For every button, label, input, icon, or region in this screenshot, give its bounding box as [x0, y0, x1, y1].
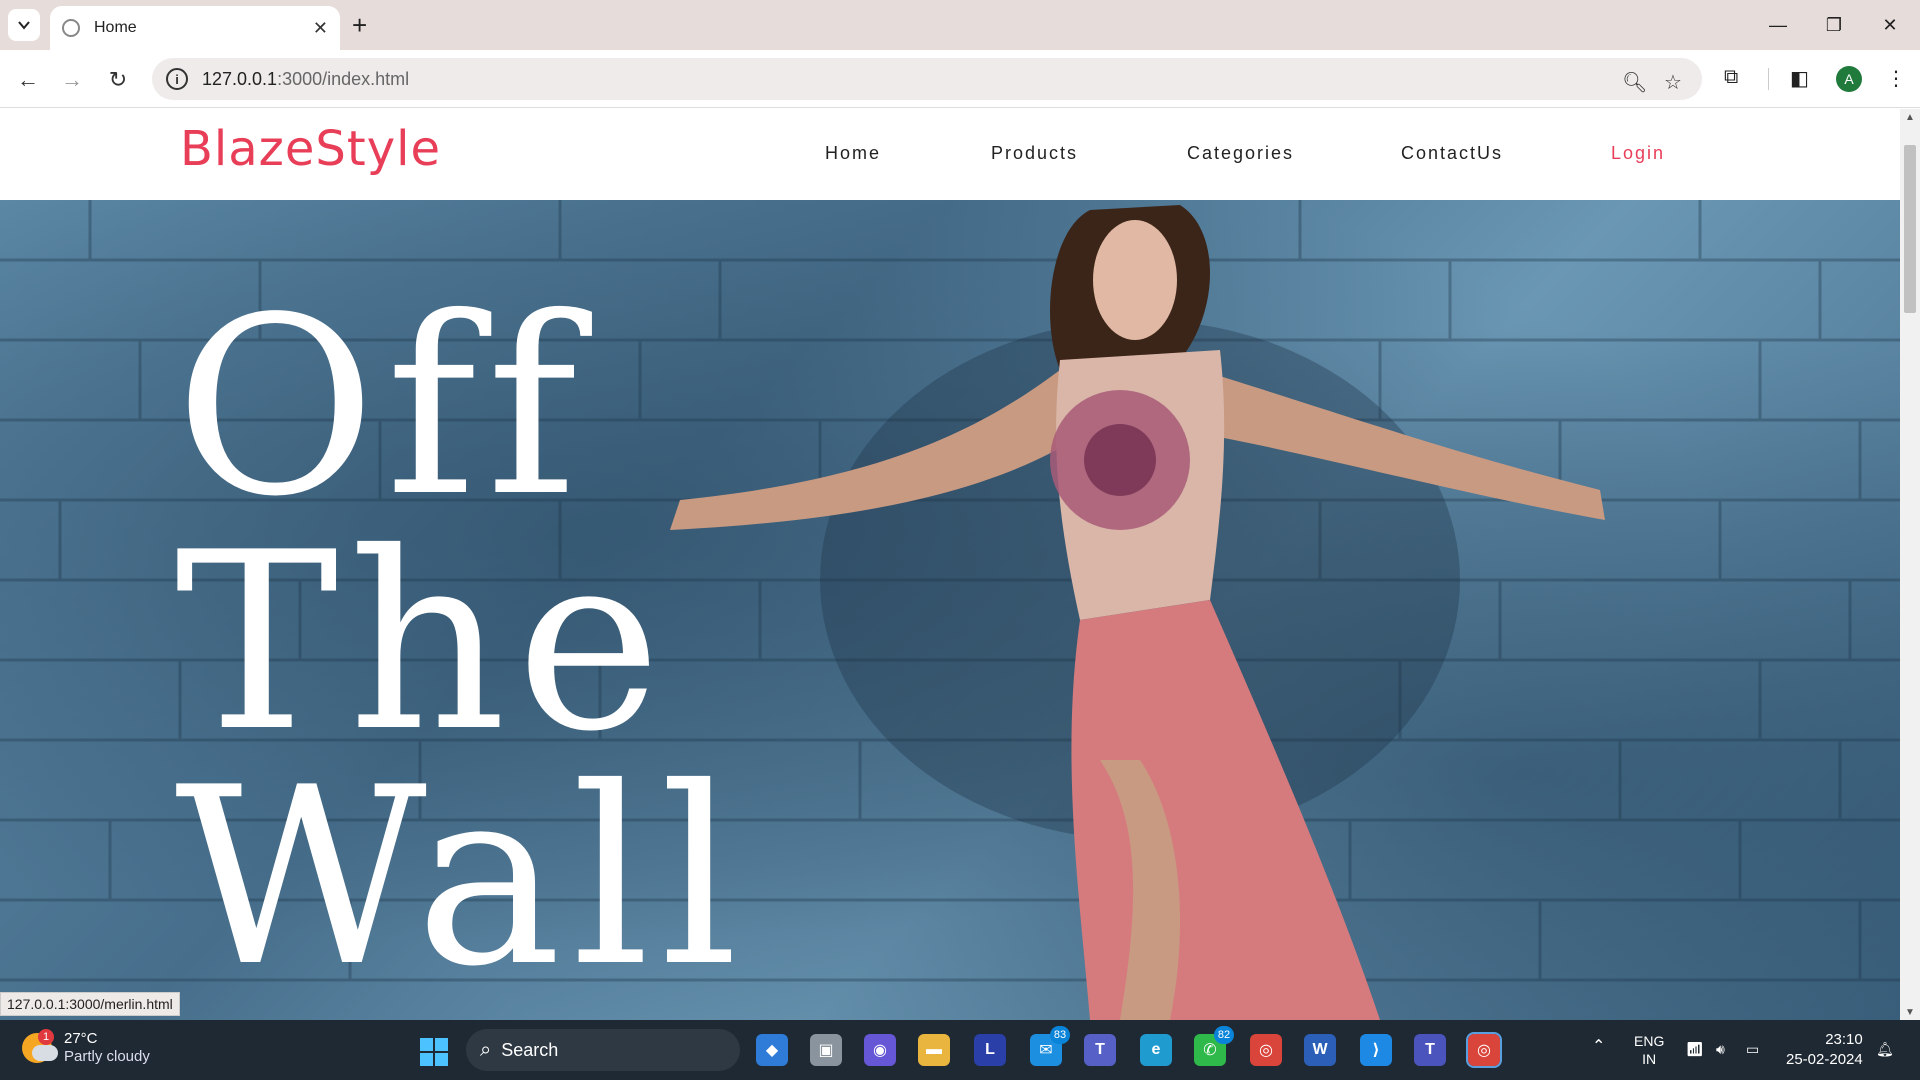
mail-count-badge: 83 [1050, 1026, 1070, 1044]
tray-overflow-icon[interactable]: ⌃ [1592, 1038, 1605, 1056]
copilot-app-icon[interactable]: ◆ [756, 1034, 788, 1066]
hero-line-2: The [175, 500, 672, 785]
zoom-icon[interactable]: 🔍︎ [1622, 70, 1647, 95]
chrome-active-icon[interactable]: ◎ [1466, 1032, 1502, 1068]
l-app-icon[interactable]: L [974, 1034, 1006, 1066]
nav-categories[interactable]: Categories [1187, 143, 1294, 164]
page-scrollbar[interactable]: ▲ ▼ [1900, 109, 1920, 1020]
scroll-thumb[interactable] [1904, 145, 1916, 313]
chrome-profile-icon[interactable]: ◎ [1250, 1034, 1282, 1066]
chevron-down-icon [18, 21, 30, 30]
site-header: BlazeStyle Home Products Categories Cont… [0, 109, 1900, 200]
clock-time: 23:10 [1825, 1031, 1863, 1048]
language-indicator[interactable]: ENG IN [1634, 1032, 1664, 1068]
weather-temp: 27°C [64, 1030, 98, 1047]
scroll-down-arrow-icon[interactable]: ▼ [1900, 1004, 1920, 1020]
model-figure [670, 205, 1605, 1020]
reload-button[interactable]: ↻ [100, 62, 136, 98]
new-tab-button[interactable]: + [352, 10, 367, 40]
taskbar-search[interactable]: ⌕ Search [466, 1029, 740, 1071]
weather-condition: Partly cloudy [64, 1048, 150, 1065]
close-window-button[interactable]: ✕ [1862, 0, 1918, 50]
hero-line-1: Off [175, 265, 588, 550]
browser-toolbar: ← → ↻ i 127.0.0.1:3000/index.html 🔍︎ ☆ ⧉… [0, 50, 1920, 108]
scroll-up-arrow-icon[interactable]: ▲ [1900, 109, 1920, 125]
whatsapp-app-icon[interactable]: ✆ 82 [1194, 1026, 1234, 1066]
clock-date: 25-02-2024 [1786, 1051, 1863, 1068]
windows-logo-icon [420, 1038, 433, 1051]
minimize-button[interactable]: — [1750, 0, 1806, 50]
nav-contactus[interactable]: ContactUs [1401, 143, 1503, 164]
back-button[interactable]: ← [10, 62, 46, 98]
start-button[interactable] [420, 1038, 448, 1066]
word-app-icon[interactable]: W [1304, 1034, 1336, 1066]
tab-close-icon[interactable]: ✕ [313, 18, 328, 39]
mail-app-icon[interactable]: ✉ 83 [1030, 1026, 1070, 1066]
side-panel-icon[interactable]: ◧ [1790, 66, 1809, 91]
page-viewport: BlazeStyle Home Products Categories Cont… [0, 109, 1900, 1020]
teams-app-icon[interactable]: T [1084, 1034, 1116, 1066]
wifi-icon[interactable]: 📶︎ [1686, 1040, 1704, 1058]
taskbar-search-label: Search [501, 1039, 559, 1060]
browser-menu-icon[interactable]: ⋮ [1886, 66, 1906, 91]
partly-cloudy-icon: 1 [22, 1029, 58, 1063]
file-explorer-icon[interactable]: ▬ [918, 1034, 950, 1066]
site-info-icon[interactable]: i [166, 68, 188, 90]
address-url: 127.0.0.1:3000/index.html [202, 68, 410, 89]
search-icon: ⌕ [480, 1038, 492, 1061]
link-status-url: 127.0.0.1:3000/merlin.html [0, 992, 180, 1016]
weather-badge: 1 [38, 1029, 54, 1045]
hero-line-3: Wall [175, 735, 749, 1020]
tab-title: Home [94, 19, 137, 36]
site-logo[interactable]: BlazeStyle [180, 121, 441, 177]
restore-button[interactable]: ❐ [1806, 0, 1862, 50]
profile-avatar[interactable]: A [1836, 66, 1862, 92]
volume-icon[interactable]: 🔊︎ [1716, 1040, 1725, 1058]
forward-button[interactable]: → [54, 62, 90, 98]
browser-tabstrip: Home ✕ + — ❐ ✕ [0, 0, 1920, 50]
notification-bell-icon[interactable]: 🔔︎ [1876, 1040, 1894, 1058]
tab-search-button[interactable] [8, 9, 40, 41]
globe-icon [62, 19, 80, 37]
teams-new-app-icon[interactable]: T [1414, 1034, 1446, 1066]
address-bar[interactable]: i 127.0.0.1:3000/index.html 🔍︎ ☆ [152, 58, 1702, 100]
windows-taskbar: 1 27°C Partly cloudy ⌕ Search ◆ ▣ ◉ ▬ L … [0, 1020, 1920, 1080]
battery-icon[interactable]: ▭ [1746, 1040, 1759, 1058]
hero-headline: Off The Wall [175, 265, 749, 1020]
hero-banner: Off The Wall [0, 200, 1900, 1020]
nav-login[interactable]: Login [1611, 143, 1665, 164]
system-clock[interactable]: 23:10 25-02-2024 [1786, 1030, 1863, 1070]
bookmark-star-icon[interactable]: ☆ [1664, 70, 1682, 95]
task-view-icon[interactable]: ▣ [810, 1034, 842, 1066]
meet-app-icon[interactable]: ◉ [864, 1034, 896, 1066]
nav-home[interactable]: Home [825, 143, 881, 164]
toolbar-divider [1768, 68, 1769, 90]
browser-tab-home[interactable]: Home ✕ [50, 6, 340, 50]
weather-widget[interactable]: 1 27°C Partly cloudy [22, 1029, 150, 1066]
whatsapp-count-badge: 82 [1214, 1026, 1234, 1044]
extensions-icon[interactable]: ⧉ [1724, 66, 1738, 89]
vscode-app-icon[interactable]: ⟩ [1360, 1034, 1392, 1066]
edge-browser-icon[interactable]: e [1140, 1034, 1172, 1066]
nav-products[interactable]: Products [991, 143, 1078, 164]
